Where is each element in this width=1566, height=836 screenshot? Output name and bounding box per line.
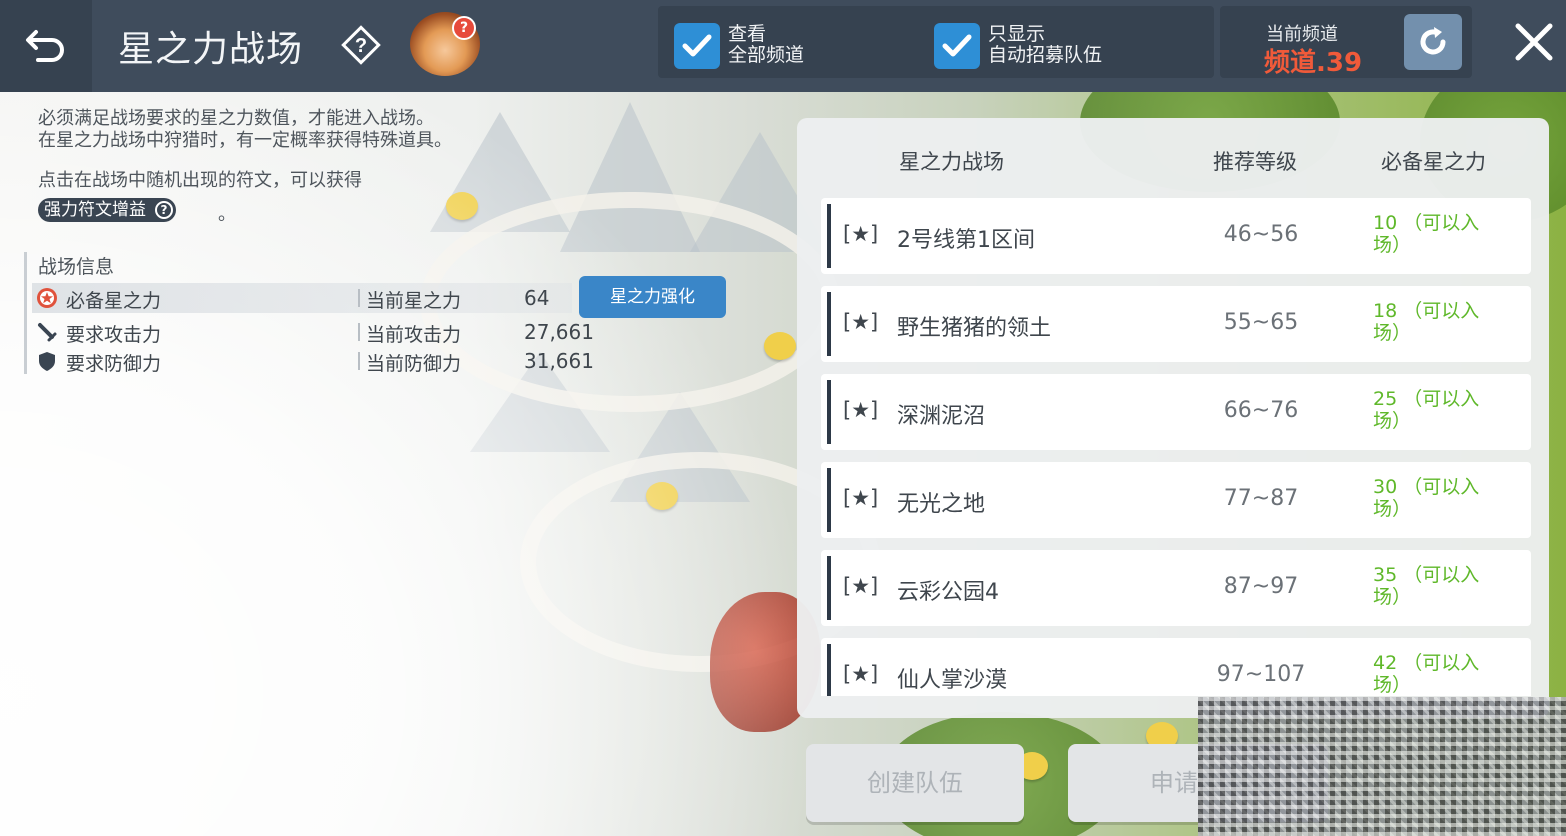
section-divider [24,252,27,374]
row-marker [827,380,831,444]
stat-label: 要求防御力 [66,353,162,375]
stat-value: 27,661 [524,320,594,344]
row-marker [827,644,831,696]
auto-recruit-only-label: 只显示 自动招募队伍 [988,23,1103,66]
recommended-level: 55~65 [1223,310,1299,335]
column-header-required: 必备星之力 [1381,150,1486,174]
table-row[interactable]: [★] 深渊泥沼 66~76 25 （可以入场） [821,374,1531,450]
rune-buff-link[interactable]: 强力符文增益 ? [38,198,176,222]
table-row[interactable]: [★] 野生猪猪的领土 55~65 18 （可以入场） [821,286,1531,362]
recommended-level: 87~97 [1223,574,1299,599]
close-icon [1515,23,1553,61]
rune-buff-label: 强力符文增益 [44,200,146,220]
svg-text:?: ? [355,35,367,57]
row-star: [★] [843,222,879,246]
stat-row-defense: 要求防御力 当前防御力 31,661 [32,346,594,376]
stat-row-star-force: 必备星之力 当前星之力 64 [32,283,572,313]
star-force-icon [37,288,57,308]
section-title: 战场信息 [38,256,115,278]
recommended-level: 77~87 [1223,486,1299,511]
back-arrow-icon [26,30,64,62]
stat-row-attack: 要求攻击力 当前攻击力 27,661 [32,317,594,347]
recommended-level: 97~107 [1216,662,1306,687]
auto-recruit-only-checkbox[interactable] [934,23,980,69]
table-row[interactable]: [★] 云彩公园4 87~97 35 （可以入场） [821,550,1531,626]
row-star: [★] [843,310,879,334]
close-button[interactable] [1506,14,1562,70]
row-marker [827,292,831,356]
table-row[interactable]: [★] 无光之地 77~87 30 （可以入场） [821,462,1531,538]
channel-value: 频道.39 [1264,48,1363,78]
stat-value: 31,661 [524,349,594,373]
required-star-force: 42 （可以入场） [1373,652,1480,696]
stat-label: 必备星之力 [66,290,162,312]
guide-character-avatar[interactable]: ? [410,12,480,76]
stat-divider [358,323,360,341]
top-bar: 星之力战场 ? ? 查看 全部频道 只显示 自动招募队伍 当前频道 频道.39 [0,0,1566,92]
checkmark-icon [942,34,972,57]
view-all-channels-label: 查看 全部频道 [728,23,805,66]
column-header-level: 推荐等级 [1213,150,1297,174]
required-star-force: 10 （可以入场） [1373,212,1480,256]
stat-divider [358,352,360,370]
recommended-level: 66~76 [1223,398,1299,423]
back-button[interactable] [0,0,92,92]
table-row[interactable]: [★] 2号线第1区间 46~56 10 （可以入场） [821,198,1531,274]
help-icon: ? [155,201,173,219]
row-star: [★] [843,574,879,598]
row-marker [827,204,831,268]
required-star-force: 35 （可以入场） [1373,564,1480,608]
page-title: 星之力战场 [118,29,304,70]
description-line: 必须满足战场要求的星之力数值，才能进入战场。 [38,108,434,129]
channel-panel: 当前频道 频道.39 [1220,6,1472,78]
battlefield-name: 2号线第1区间 [897,228,1035,253]
description-period: 。 [218,204,236,225]
required-star-force: 18 （可以入场） [1373,300,1480,344]
sword-icon [38,323,57,342]
stat-label: 要求攻击力 [66,324,162,346]
view-all-channels-checkbox[interactable] [674,23,720,69]
create-team-button[interactable]: 创建队伍 [806,744,1024,822]
pixelated-overlay [1198,697,1566,836]
stat-current-label: 当前攻击力 [366,324,462,346]
row-star: [★] [843,398,879,422]
question-badge-icon: ? [452,16,476,40]
stat-value: 64 [524,286,550,310]
stat-current-label: 当前星之力 [366,290,462,312]
column-header-battlefield: 星之力战场 [899,150,1004,174]
help-icon[interactable]: ? [338,22,384,68]
row-marker [827,468,831,532]
row-star: [★] [843,486,879,510]
battlefield-name: 深渊泥沼 [897,404,986,429]
checkmark-icon [682,34,712,57]
stat-divider [358,289,360,307]
refresh-channel-button[interactable] [1404,14,1462,70]
description-line: 点击在战场中随机出现的符文，可以获得 [38,170,362,191]
battlefield-name: 野生猪猪的领土 [897,316,1052,341]
star-force-boost-button[interactable]: 星之力强化 [579,276,726,318]
description-line: 在星之力战场中狩猎时，有一定概率获得特殊道具。 [38,130,452,151]
table-row[interactable]: [★] 仙人掌沙漠 97~107 42 （可以入场） [821,638,1531,696]
battlefield-list-panel: 星之力战场 推荐等级 必备星之力 [★] 2号线第1区间 46~56 10 （可… [797,118,1549,718]
row-marker [827,556,831,620]
battlefield-list[interactable]: [★] 2号线第1区间 46~56 10 （可以入场） [★] 野生猪猪的领土 … [821,198,1533,696]
stat-current-label: 当前防御力 [366,353,462,375]
shield-icon [39,352,55,371]
battlefield-name: 无光之地 [897,492,986,517]
refresh-icon [1420,27,1446,55]
row-star: [★] [843,662,879,686]
recommended-level: 46~56 [1223,222,1299,247]
required-star-force: 25 （可以入场） [1373,388,1480,432]
required-star-force: 30 （可以入场） [1373,476,1480,520]
filter-panel: 查看 全部频道 只显示 自动招募队伍 [658,6,1214,78]
battlefield-name: 仙人掌沙漠 [897,668,1008,693]
battlefield-name: 云彩公园4 [897,580,999,605]
